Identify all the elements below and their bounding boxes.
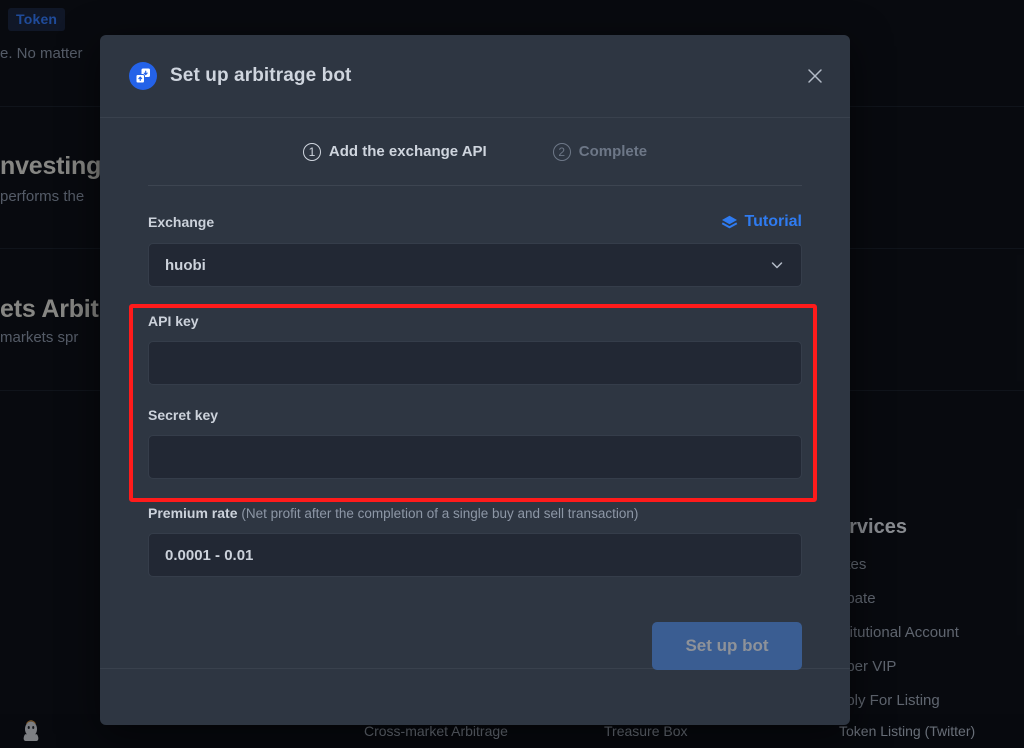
tutorial-label: Tutorial <box>744 213 802 230</box>
step-2-label: Complete <box>578 143 648 160</box>
api-key-input[interactable] <box>148 341 802 385</box>
dialog-header: Set up arbitrage bot <box>100 35 850 118</box>
step-2-number: 2 <box>552 142 571 161</box>
premium-rate-input[interactable] <box>148 533 802 577</box>
premium-rate-field-header: Premium rate (Net profit after the compl… <box>148 505 802 521</box>
close-icon[interactable] <box>802 63 828 89</box>
api-credentials-group: API key Secret key <box>129 304 817 502</box>
premium-rate-label-text: Premium rate <box>148 505 238 521</box>
premium-rate-label: Premium rate (Net profit after the compl… <box>148 505 638 521</box>
exchange-field-header: Exchange Tutorial <box>148 213 802 231</box>
dialog-body: Exchange Tutorial huobi API key Secret k… <box>100 186 850 577</box>
step-1-label: Add the exchange API <box>328 143 487 160</box>
page-root: Token e. No matter nvesting performs the… <box>0 0 1024 748</box>
exchange-select-value: huobi <box>165 256 206 274</box>
secret-key-field-header: Secret key <box>148 407 802 423</box>
chevron-down-icon <box>771 262 783 269</box>
arbitrage-swap-icon <box>129 62 157 90</box>
exchange-label: Exchange <box>148 214 215 230</box>
step-complete[interactable]: 2 Complete <box>552 142 648 161</box>
setup-arbitrage-bot-dialog: Set up arbitrage bot 1 Add the exchange … <box>100 35 850 725</box>
tutorial-link[interactable]: Tutorial <box>721 213 802 231</box>
dialog-footer: Set up bot <box>100 622 850 725</box>
layers-icon <box>721 215 737 228</box>
premium-rate-note: (Net profit after the completion of a si… <box>241 506 639 521</box>
step-add-exchange-api[interactable]: 1 Add the exchange API <box>302 142 487 161</box>
secret-key-label: Secret key <box>148 407 219 423</box>
secret-key-input[interactable] <box>148 435 802 479</box>
step-indicator: 1 Add the exchange API 2 Complete <box>100 118 850 185</box>
api-key-label: API key <box>148 313 199 329</box>
step-1-number: 1 <box>302 142 321 161</box>
dialog-title: Set up arbitrage bot <box>170 65 352 86</box>
exchange-select[interactable]: huobi <box>148 243 802 287</box>
set-up-bot-button[interactable]: Set up bot <box>652 622 802 670</box>
api-key-field-header: API key <box>148 313 802 329</box>
